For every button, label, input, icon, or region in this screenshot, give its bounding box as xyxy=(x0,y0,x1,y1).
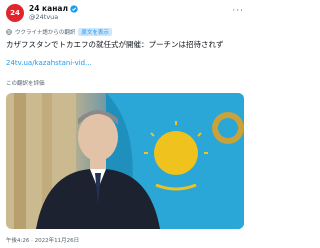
tweet-photo[interactable] xyxy=(6,93,244,229)
rate-translation-link[interactable]: この翻訳を評価 xyxy=(6,79,45,87)
tweet-header: 24 24 канал @24tvua xyxy=(6,4,78,22)
avatar[interactable]: 24 xyxy=(6,4,24,22)
globe-icon xyxy=(6,29,12,35)
translation-notice: ウクライナ語からの翻訳 原文を表示 xyxy=(6,28,112,36)
more-options-icon[interactable]: ··· xyxy=(232,6,244,16)
tweet-timestamp[interactable]: 午後4:26 · 2022年11月26日 xyxy=(6,236,79,244)
translation-label: ウクライナ語からの翻訳 xyxy=(15,30,76,36)
article-link[interactable]: 24tv.ua/kazahstani-vid... xyxy=(6,59,92,67)
verified-badge-icon xyxy=(70,5,78,14)
show-original-button[interactable]: 原文を表示 xyxy=(78,28,112,36)
tweet-text: カザフスタンでトカエフの就任式が開催：プーチンは招待されず xyxy=(6,40,224,49)
user-handle[interactable]: @24tvua xyxy=(29,13,78,21)
